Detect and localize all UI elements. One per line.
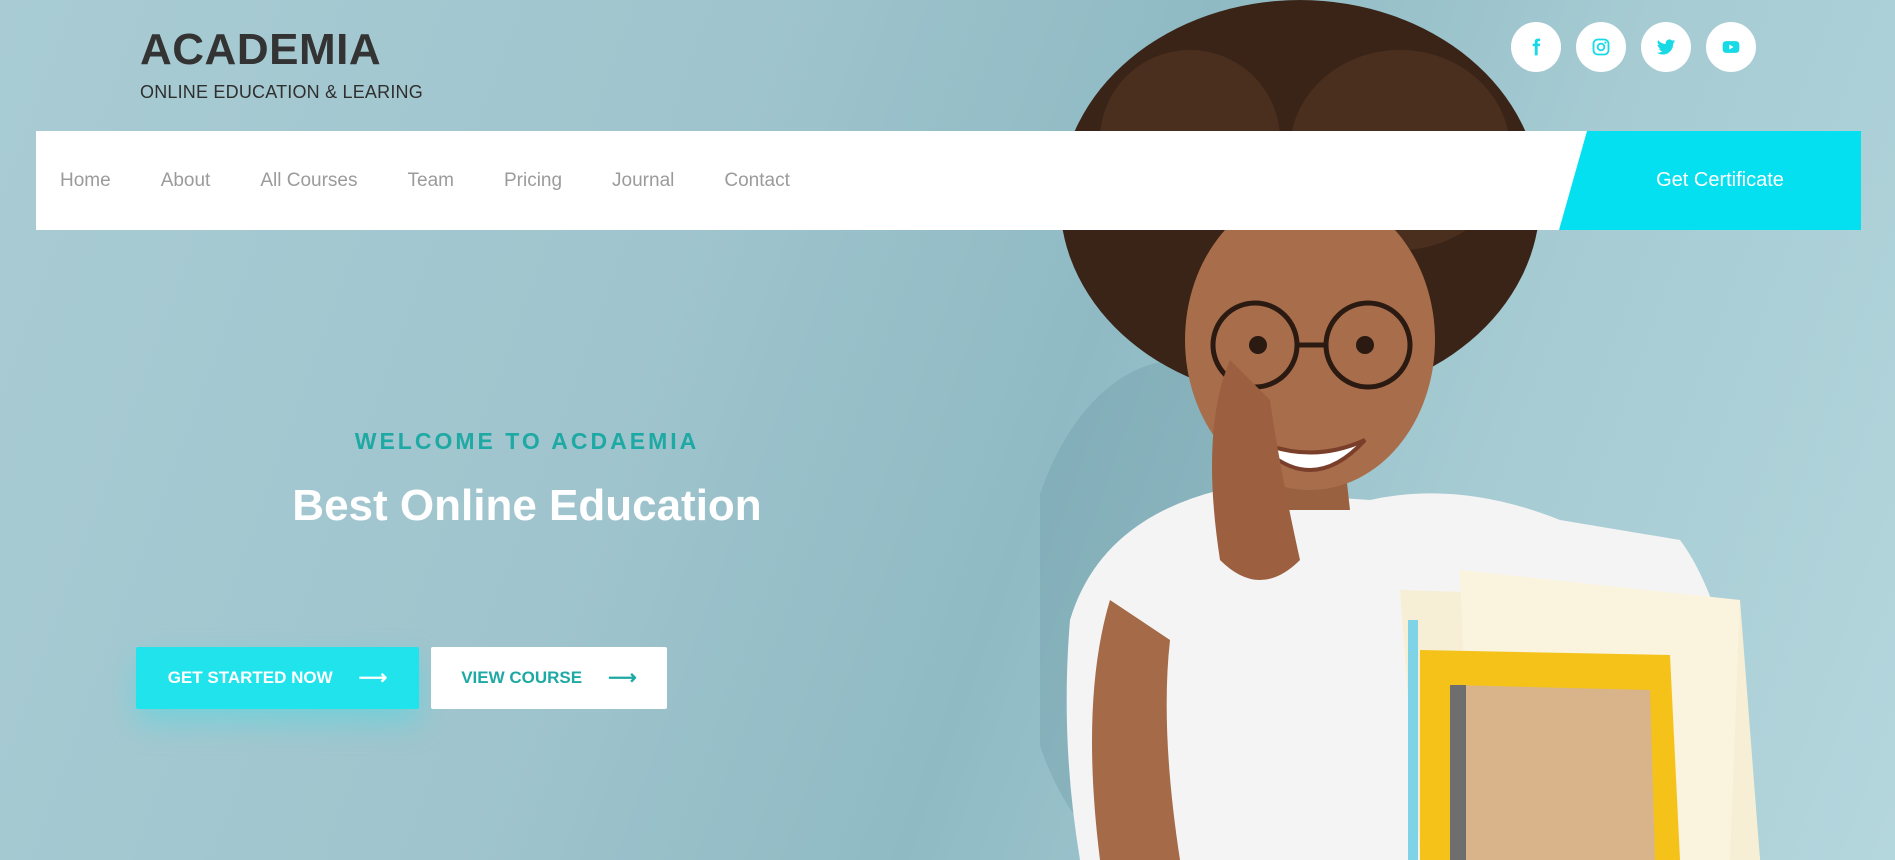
get-started-button[interactable]: GET STARTED NOW ⟶ — [136, 647, 419, 709]
nav-item-pricing[interactable]: Pricing — [504, 170, 562, 192]
hero-student-image — [1040, 0, 1760, 860]
get-started-label: GET STARTED NOW — [167, 668, 333, 687]
nav-item-all-courses[interactable]: All Courses — [260, 170, 357, 192]
view-course-label: VIEW COURSE — [461, 668, 583, 687]
nav-item-about[interactable]: About — [161, 170, 211, 192]
social-links — [1511, 22, 1756, 72]
hero-kicker: WELCOME TO ACDAEMIA — [354, 428, 700, 454]
hero-title: Best Online Education — [292, 481, 762, 530]
arrow-right-icon: ⟶ — [608, 667, 637, 689]
instagram-icon — [1592, 38, 1610, 56]
nav-item-contact[interactable]: Contact — [724, 170, 789, 192]
arrow-right-icon: ⟶ — [358, 667, 388, 689]
brand-subtitle: ONLINE EDUCATION & LEARING — [140, 82, 423, 102]
brand: ACADEMIA ONLINE EDUCATION & LEARING — [140, 26, 423, 103]
nav-item-journal[interactable]: Journal — [612, 170, 674, 192]
instagram-link[interactable] — [1576, 22, 1626, 72]
view-course-button[interactable]: VIEW COURSE ⟶ — [431, 647, 667, 709]
nav-item-home[interactable]: Home — [60, 170, 111, 192]
get-certificate-button[interactable]: Get Certificate — [1559, 131, 1861, 230]
youtube-icon — [1722, 41, 1740, 53]
twitter-link[interactable] — [1641, 22, 1691, 72]
facebook-link[interactable] — [1511, 22, 1561, 72]
twitter-icon — [1656, 39, 1676, 55]
nav-menu: Home About All Courses Team Pricing Jour… — [36, 170, 840, 192]
nav-item-team[interactable]: Team — [408, 170, 454, 192]
brand-title[interactable]: ACADEMIA — [140, 26, 423, 74]
youtube-link[interactable] — [1706, 22, 1756, 72]
main-navbar: Home About All Courses Team Pricing Jour… — [36, 131, 1861, 230]
facebook-icon — [1532, 38, 1541, 56]
